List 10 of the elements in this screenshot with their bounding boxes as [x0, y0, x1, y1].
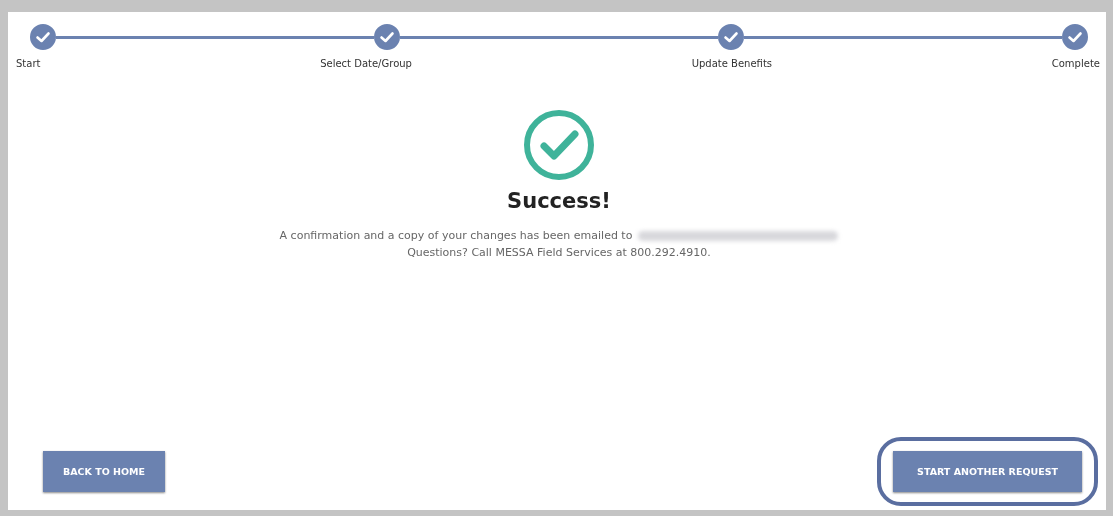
success-title: Success!	[507, 189, 611, 213]
action-button[interactable]: START ANOTHER REQUEST	[893, 451, 1082, 492]
step-label: Complete	[1051, 58, 1100, 69]
confirmation-message: A confirmation and a copy of your changes has been emailed to	[279, 229, 633, 242]
success-check-icon	[523, 109, 595, 181]
action-button[interactable]: BACK TO HOME	[43, 451, 166, 492]
step-label: Start	[16, 58, 41, 69]
contact-message: Questions? Call MESSA Field Services at 800.292.4910.	[407, 246, 711, 259]
step-label: Update Benefits	[691, 58, 772, 69]
step-label: Select Date/Group	[320, 58, 412, 69]
